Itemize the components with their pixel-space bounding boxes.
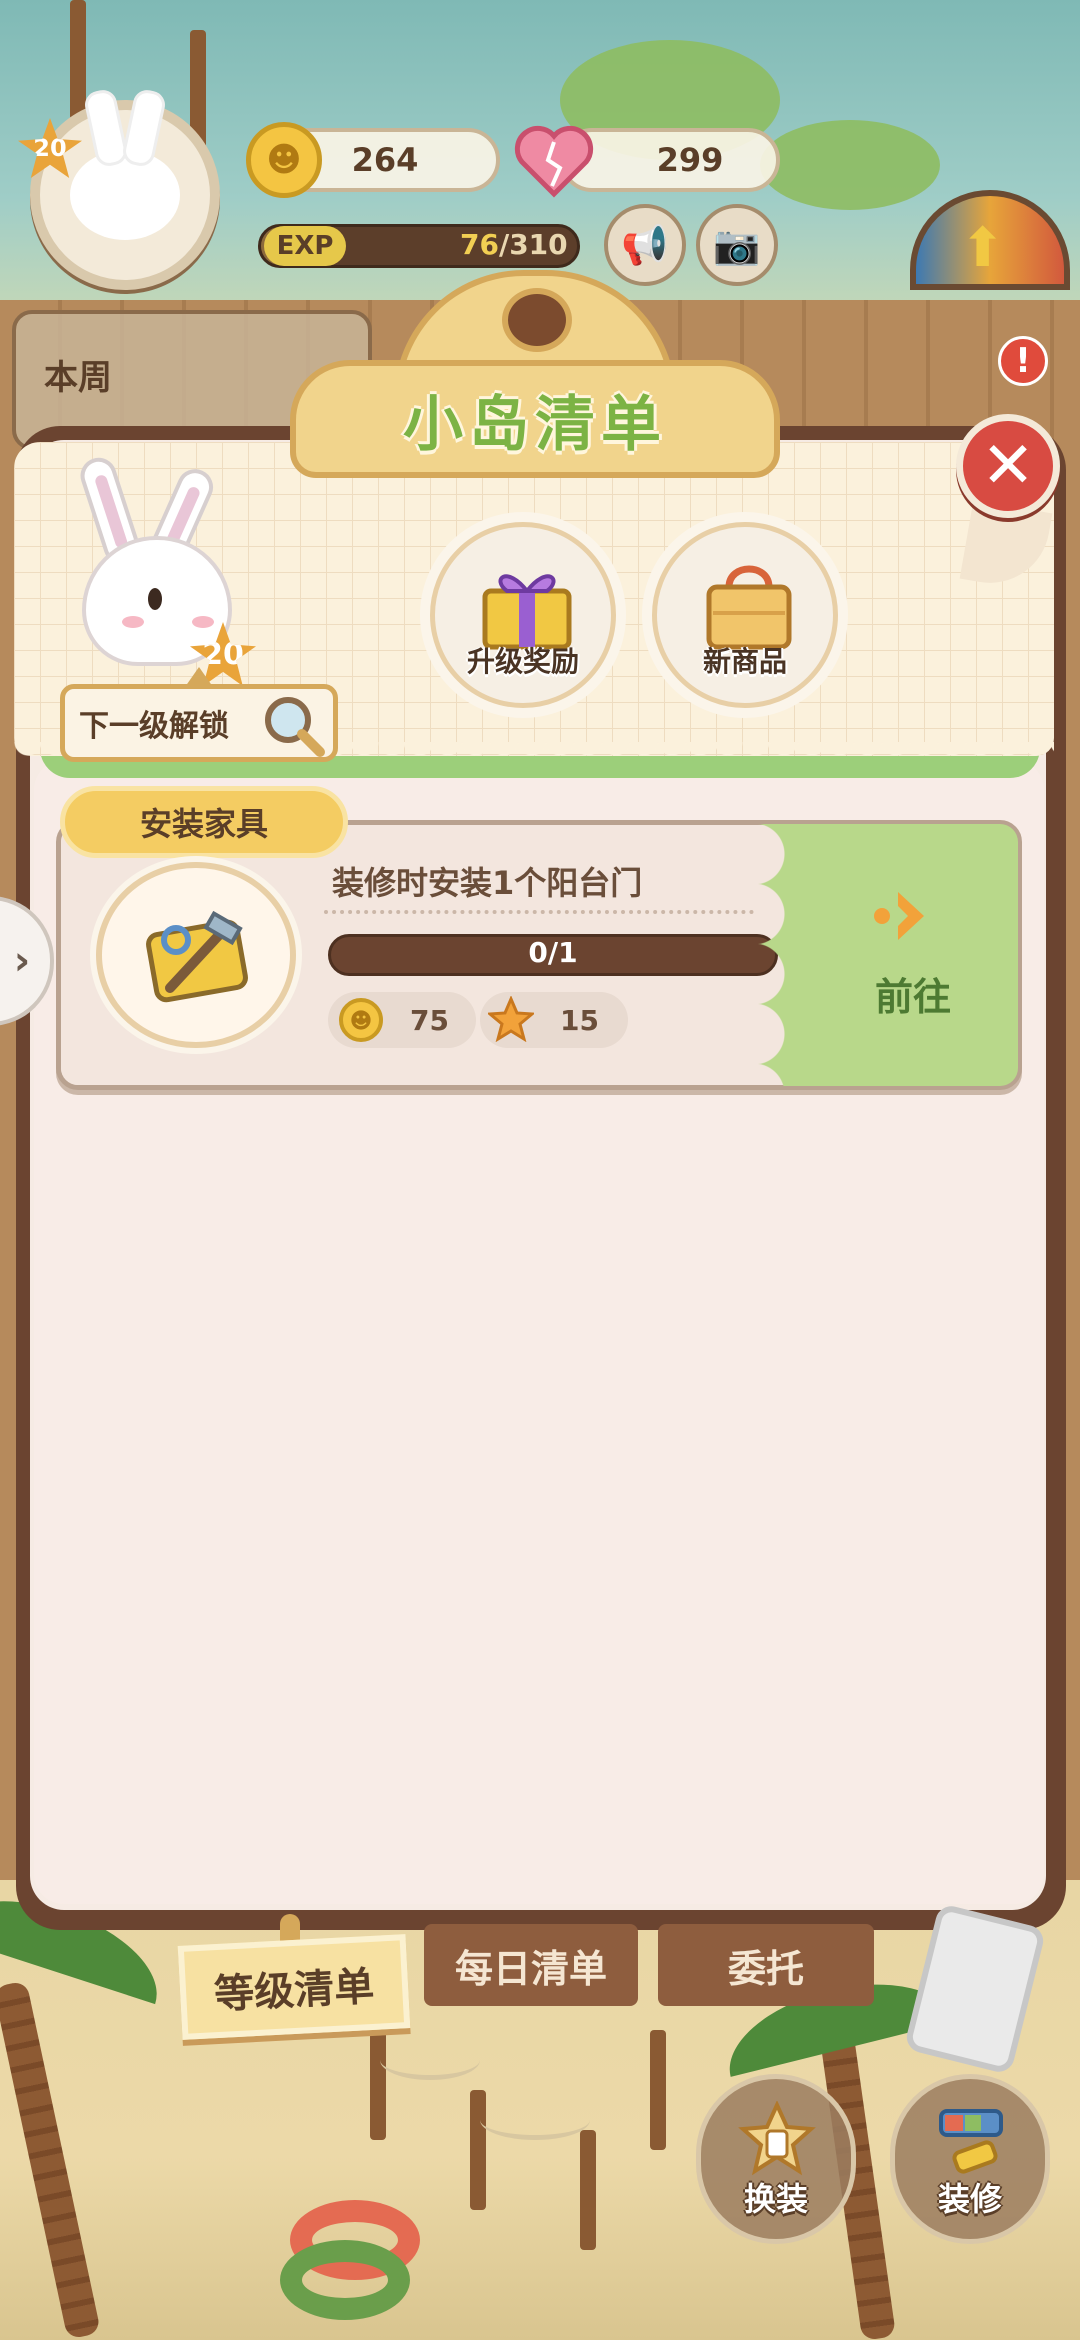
chevron-right-icon: ›	[13, 938, 31, 984]
gift-box-icon	[482, 574, 572, 650]
heart-count: 299	[656, 141, 724, 179]
decorate-label: 装修	[937, 2180, 1002, 2218]
arrow-right-icon	[874, 892, 924, 940]
dress-up-label: 换装	[743, 2180, 808, 2218]
tab-level-list-label: 等级清单	[213, 1963, 376, 2019]
exp-text: 76/310	[460, 228, 568, 261]
tab-commission[interactable]: 委托	[658, 1924, 874, 2006]
coin-icon: ☻	[339, 998, 383, 1042]
weekly-panel-label: 本周	[44, 358, 112, 398]
coin-count: 264	[351, 141, 419, 179]
close-button[interactable]: ✕	[956, 414, 1060, 518]
shopping-bag-icon	[706, 565, 792, 650]
fence-post	[70, 0, 86, 120]
player-avatar[interactable]	[30, 100, 220, 290]
alert-badge: !	[998, 336, 1048, 386]
new-items-button[interactable]	[652, 522, 838, 708]
bunny-blush	[192, 616, 214, 628]
camera-button[interactable]: 📷	[696, 204, 778, 286]
shirt-icon	[738, 2101, 816, 2176]
magnifier-icon[interactable]	[258, 690, 328, 760]
tab-daily-list[interactable]: 每日清单	[424, 1924, 638, 2006]
exp-current: 76	[460, 228, 499, 261]
bunny-eye	[148, 588, 162, 610]
paint-roller-icon	[939, 2109, 1003, 2174]
megaphone-icon: 📢	[621, 222, 669, 267]
coin-icon: ☻	[246, 122, 322, 198]
new-items-label: 新商品	[702, 645, 787, 678]
go-button[interactable]	[754, 824, 1018, 1086]
svg-text:☻: ☻	[350, 1009, 373, 1034]
star-reward-value: 15	[560, 1004, 599, 1037]
tab-daily-list-label: 每日清单	[454, 1946, 607, 1991]
rope	[480, 2100, 590, 2140]
upgrade-reward-label: 升级奖励	[466, 645, 579, 678]
exp-total: /310	[498, 228, 568, 261]
fence-post	[580, 2130, 596, 2250]
task-title: 装修时安装1个阳台门	[332, 864, 643, 902]
announcement-button[interactable]: 📢	[604, 204, 686, 286]
tab-commission-label: 委托	[727, 1946, 804, 1991]
exp-label: EXP	[264, 226, 346, 266]
task-progress-text: 0/1	[528, 936, 578, 969]
fence-post	[370, 2020, 386, 2140]
rope	[380, 2040, 480, 2080]
dialog-title: 小岛清单	[403, 390, 667, 460]
upgrade-reward-button[interactable]	[430, 522, 616, 708]
bunny-blush	[122, 616, 144, 628]
title-hole	[502, 288, 572, 352]
bush	[760, 120, 940, 210]
task-icon-frame	[96, 862, 296, 1048]
heart-icon	[514, 125, 594, 198]
section-tag: 安装家具	[60, 786, 348, 858]
gauge-arrow-icon: ⬆	[960, 216, 1006, 279]
go-button-label: 前往	[874, 975, 951, 1019]
toolbox-icon	[146, 910, 248, 1003]
task-divider	[324, 910, 754, 914]
camera-icon: 📷	[713, 222, 761, 267]
coin-reward-value: 75	[410, 1004, 449, 1037]
fence-post	[650, 2030, 666, 2150]
swim-ring	[280, 2240, 410, 2320]
tab-level-list[interactable]: 等级清单	[177, 1934, 411, 2040]
bunny-avatar-icon	[70, 150, 180, 240]
next-unlock-label: 下一级解锁	[79, 709, 229, 744]
close-icon: ✕	[981, 429, 1035, 503]
star-icon	[488, 996, 534, 1042]
